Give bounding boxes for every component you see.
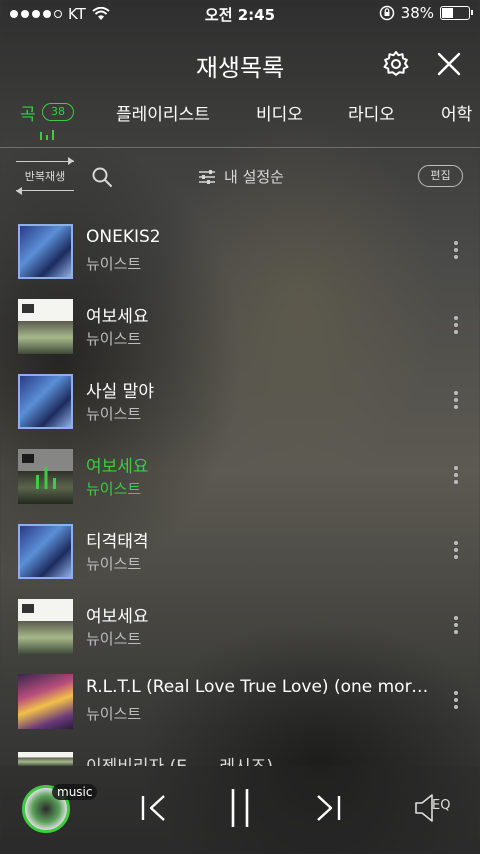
tab-radio[interactable]: 라디오 bbox=[348, 100, 395, 125]
divider bbox=[0, 147, 480, 148]
song-title: 여보세요 bbox=[86, 607, 149, 627]
search-icon[interactable] bbox=[91, 166, 113, 188]
more-options-icon[interactable] bbox=[452, 316, 460, 338]
song-title: ONEKIS2 bbox=[86, 227, 161, 247]
sliders-icon bbox=[199, 169, 215, 184]
song-row[interactable]: 여보세요 뉴이스트 bbox=[0, 285, 480, 360]
tab-songs[interactable]: 곡 bbox=[20, 100, 36, 125]
close-icon[interactable] bbox=[436, 51, 462, 77]
song-count-badge: 38 bbox=[42, 103, 74, 121]
album-art bbox=[18, 299, 73, 354]
song-title: 이젠비리자 (E..... 레시즈) bbox=[86, 752, 273, 766]
song-row[interactable]: R.L.T.L (Real Love True Love) (one morn.… bbox=[0, 660, 480, 735]
gear-icon[interactable] bbox=[382, 50, 410, 78]
previous-icon[interactable] bbox=[140, 794, 168, 822]
repeat-button[interactable]: 반복재생 bbox=[16, 157, 74, 195]
album-art bbox=[18, 752, 73, 766]
sort-label: 내 설정순 bbox=[224, 168, 284, 186]
orientation-lock-icon bbox=[379, 5, 394, 21]
song-row-partial[interactable]: 이젠비리자 (E..... 레시즈) bbox=[0, 752, 480, 766]
repeat-label: 반복재생 bbox=[24, 170, 66, 183]
song-title: R.L.T.L (Real Love True Love) (one morn.… bbox=[86, 677, 436, 697]
song-artist: 뉴이스트 bbox=[86, 255, 142, 273]
song-title: 사실 말야 bbox=[86, 382, 154, 402]
album-art bbox=[18, 599, 73, 654]
song-row[interactable]: 여보세요 뉴이스트 bbox=[0, 585, 480, 660]
song-row[interactable]: 사실 말야 뉴이스트 bbox=[0, 360, 480, 435]
song-row-playing[interactable]: 여보세요 뉴이스트 bbox=[0, 435, 480, 510]
player-bar: music EQ bbox=[0, 766, 480, 854]
more-options-icon[interactable] bbox=[452, 616, 460, 638]
speaker-icon bbox=[415, 794, 433, 822]
tab-playlist[interactable]: 플레이리스트 bbox=[116, 100, 210, 125]
album-art bbox=[18, 224, 73, 279]
eq-label: EQ bbox=[432, 798, 451, 813]
song-artist: 뉴이스트 bbox=[86, 630, 142, 648]
song-artist: 뉴이스트 bbox=[86, 555, 142, 573]
tab-video[interactable]: 비디오 bbox=[256, 100, 303, 125]
tab-language[interactable]: 어학 bbox=[441, 100, 472, 125]
song-artist: 뉴이스트 bbox=[86, 330, 142, 348]
song-artist: 뉴이스트 bbox=[86, 705, 142, 723]
status-bar: KT 오전 2:45 38% bbox=[0, 0, 480, 28]
next-icon[interactable] bbox=[314, 794, 342, 822]
song-title: 티격태격 bbox=[86, 532, 149, 552]
more-options-icon[interactable] bbox=[452, 241, 460, 263]
edit-button[interactable]: 편집 bbox=[418, 165, 463, 187]
song-artist: 뉴이스트 bbox=[86, 405, 142, 423]
battery-icon bbox=[440, 6, 473, 20]
song-title: 여보세요 bbox=[86, 307, 149, 327]
equalizer-button[interactable]: EQ bbox=[414, 792, 458, 824]
album-art bbox=[18, 374, 73, 429]
album-art bbox=[18, 449, 73, 504]
battery-percent: 38% bbox=[400, 4, 434, 22]
more-options-icon[interactable] bbox=[452, 466, 460, 488]
more-options-icon[interactable] bbox=[452, 691, 460, 713]
album-art bbox=[18, 524, 73, 579]
now-playing-icon bbox=[36, 467, 56, 489]
song-row[interactable]: 티격태격 뉴이스트 bbox=[0, 510, 480, 585]
pause-icon[interactable] bbox=[228, 788, 252, 828]
song-title: 여보세요 bbox=[86, 457, 149, 477]
sort-button[interactable]: 내 설정순 bbox=[198, 166, 284, 187]
song-row[interactable]: ONEKIS2 뉴이스트 bbox=[0, 210, 480, 285]
equalizer-indicator-icon bbox=[40, 130, 54, 140]
album-art bbox=[18, 674, 73, 729]
music-label: music bbox=[52, 784, 98, 800]
song-artist: 뉴이스트 bbox=[86, 480, 142, 498]
more-options-icon[interactable] bbox=[452, 541, 460, 563]
more-options-icon[interactable] bbox=[452, 391, 460, 413]
